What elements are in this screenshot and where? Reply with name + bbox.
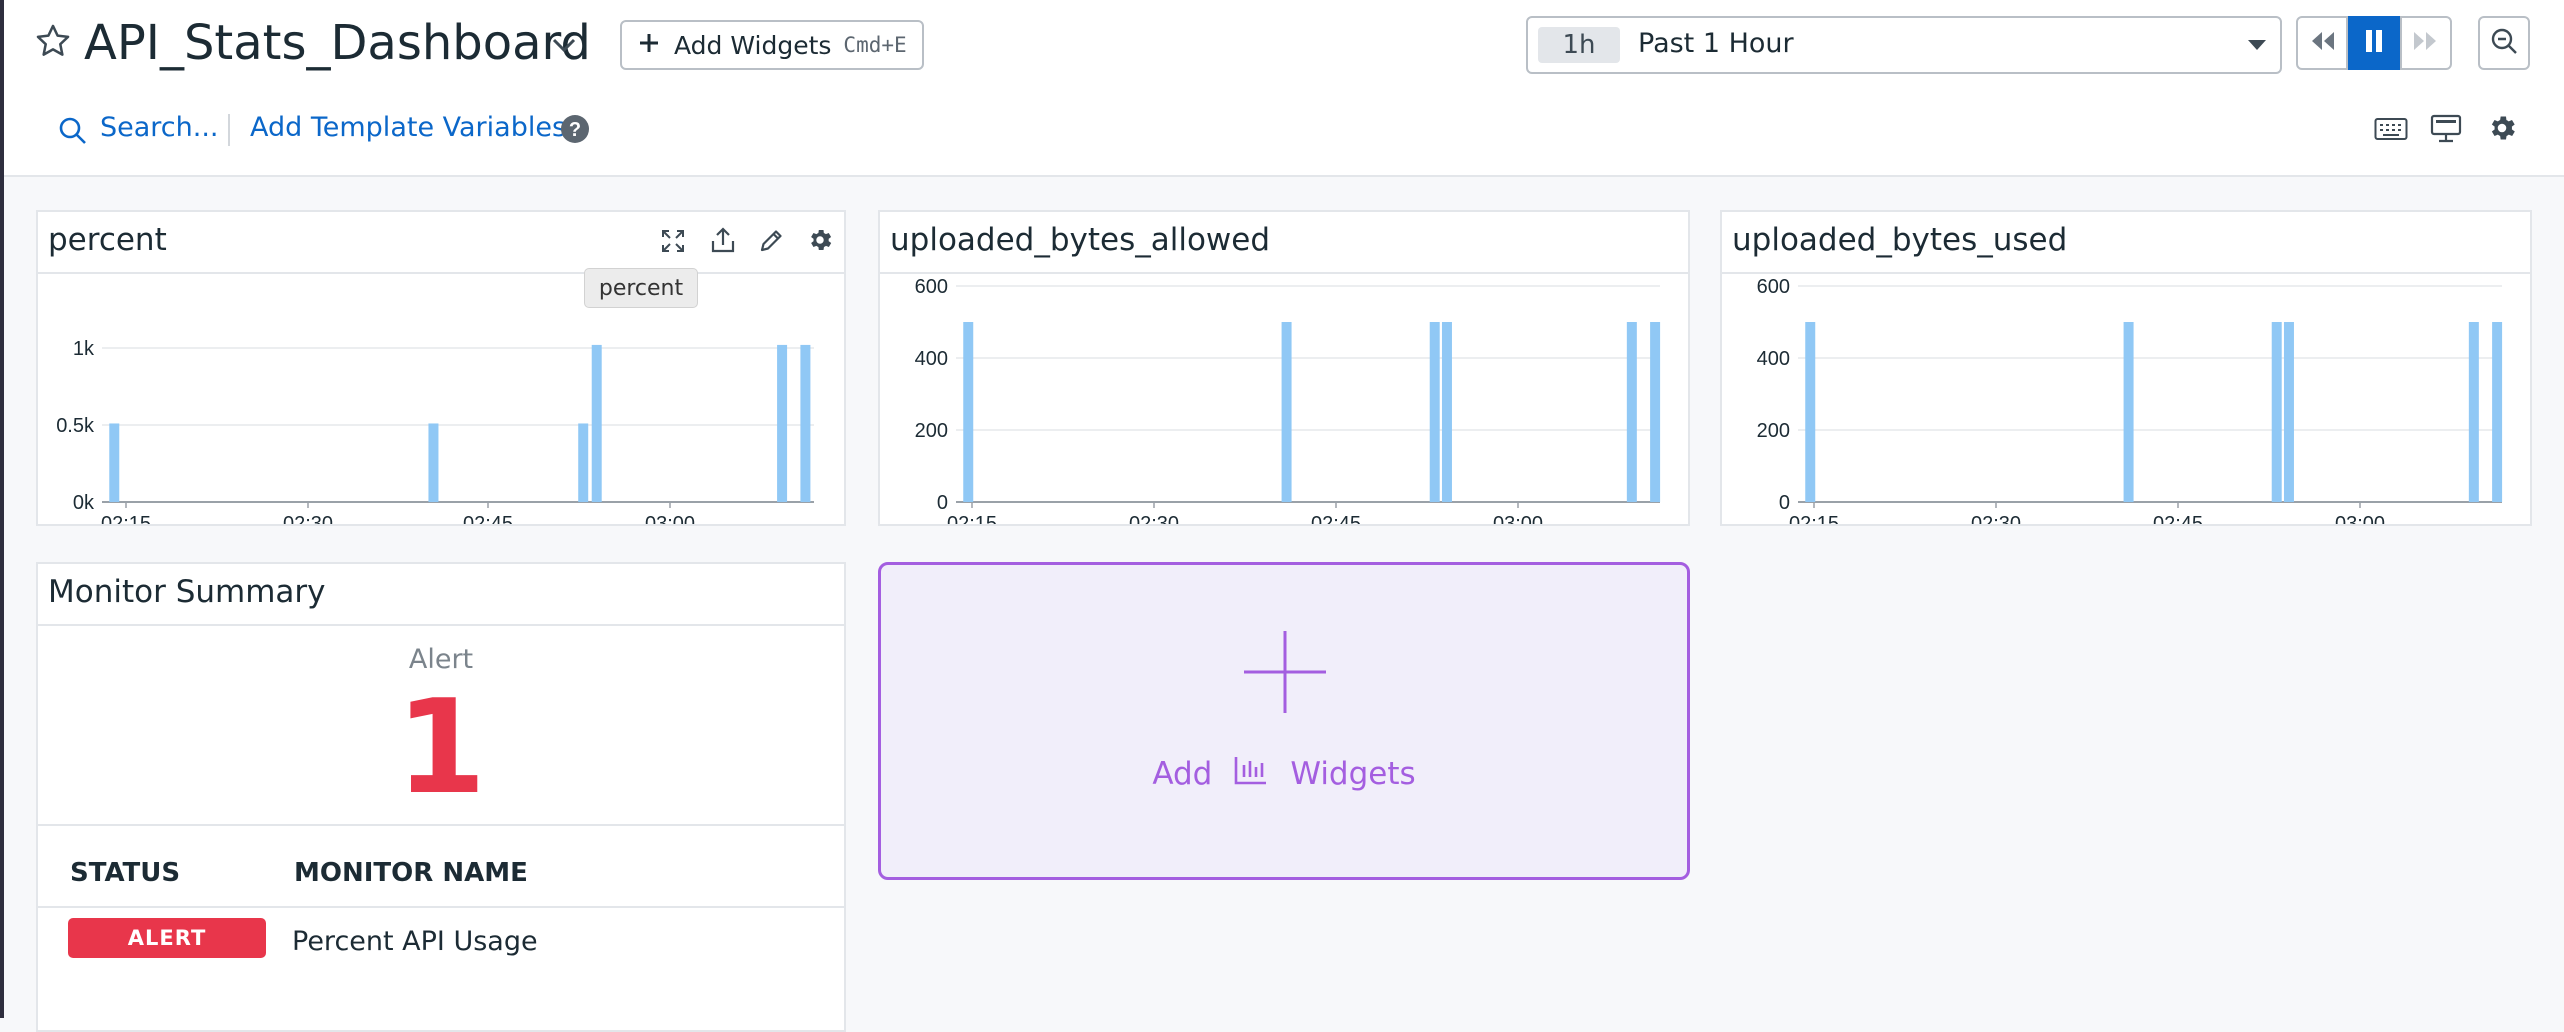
add-widgets-button[interactable]: Add Widgets Cmd+E <box>620 20 924 70</box>
x-tick-label: 02:45 <box>1311 513 1361 524</box>
y-tick-label: 400 <box>1757 348 1790 370</box>
x-tick-label: 03:00 <box>1493 513 1543 524</box>
fast-forward-button[interactable] <box>2400 16 2452 70</box>
y-tick-label: 400 <box>915 348 948 370</box>
chart-bar <box>2283 322 2294 502</box>
chart-bar <box>2271 322 2282 502</box>
chart-bar <box>109 423 120 502</box>
rewind-icon <box>2308 30 2336 56</box>
alert-count[interactable]: 1 <box>38 672 844 822</box>
y-tick-label: 0 <box>1779 492 1790 514</box>
chart-bar <box>963 322 974 502</box>
chart-bar <box>2492 322 2503 502</box>
column-header-status[interactable]: STATUS <box>70 858 180 888</box>
pause-icon <box>2363 28 2385 58</box>
keyboard-icon[interactable] <box>2374 116 2408 146</box>
chart-bar <box>1650 322 1661 502</box>
chart-bar <box>591 344 602 502</box>
y-tick-label: 0.5k <box>56 415 95 437</box>
x-tick-label: 02:30 <box>1129 513 1179 524</box>
help-icon[interactable]: ? <box>560 114 590 148</box>
fast-forward-icon <box>2412 30 2440 56</box>
pause-button[interactable] <box>2348 16 2400 70</box>
chart-bar <box>1626 322 1637 502</box>
caret-down-icon <box>2246 37 2268 56</box>
y-tick-label: 600 <box>915 276 948 298</box>
tooltip: percent <box>584 268 698 308</box>
add-label: Add <box>1152 756 1213 792</box>
divider <box>38 906 844 908</box>
x-tick-label: 03:00 <box>2335 513 2385 524</box>
widget-title: uploaded_bytes_allowed <box>890 222 1271 258</box>
bar-chart-icon <box>1234 755 1268 793</box>
y-tick-label: 0 <box>937 492 948 514</box>
chart-bar <box>1441 322 1452 502</box>
uploaded-bytes-used-chart[interactable]: 0 200 400 600 02:15 02:30 02:45 03:00 <box>1722 274 2530 524</box>
edit-icon[interactable] <box>758 228 784 258</box>
x-tick-label: 02:15 <box>101 513 151 524</box>
add-widgets-tile[interactable]: Add Widgets <box>878 562 1690 880</box>
chart-bar <box>1805 322 1816 502</box>
widget-monitor-summary[interactable]: Monitor Summary Alert 1 STATUS MONITOR N… <box>36 562 846 1032</box>
y-tick-label: 200 <box>1757 420 1790 442</box>
column-header-monitor-name[interactable]: MONITOR NAME <box>294 858 528 888</box>
widget-uploaded-bytes-allowed[interactable]: uploaded_bytes_allowed 0 200 400 600 02:15 02… <box>878 210 1690 526</box>
zoom-out-button[interactable] <box>2478 16 2530 70</box>
plus-icon <box>1242 629 1328 719</box>
chart-bar <box>800 344 811 502</box>
widget-title: percent <box>48 222 167 258</box>
dashboard-title[interactable]: API_Stats_Dashboard <box>84 10 591 76</box>
chart-bar <box>428 423 439 502</box>
gear-icon[interactable] <box>2486 112 2518 148</box>
divider <box>38 624 844 626</box>
widget-settings-gear-icon[interactable] <box>806 226 834 258</box>
chart-bar <box>578 423 589 502</box>
chart-bar <box>1281 322 1292 502</box>
divider <box>38 824 844 826</box>
percent-chart[interactable]: 0k 0.5k 1k 02:15 02:30 02:45 03:00 <box>38 274 844 524</box>
timeframe-label: Past 1 Hour <box>1638 28 1794 59</box>
rewind-button[interactable] <box>2296 16 2348 70</box>
monitor-icon[interactable] <box>2430 114 2462 148</box>
chart-bar <box>2468 322 2479 502</box>
zoom-out-icon <box>2489 26 2519 60</box>
chart-bar <box>777 344 788 502</box>
chevron-down-icon[interactable] <box>548 30 580 64</box>
timeframe-selector[interactable]: 1h Past 1 Hour <box>1526 16 2282 74</box>
add-widgets-label: Add Widgets <box>674 30 832 60</box>
y-tick-label: 0k <box>73 492 95 514</box>
x-tick-label: 02:45 <box>463 513 513 524</box>
widget-title: Monitor Summary <box>48 574 326 610</box>
x-tick-label: 02:30 <box>283 513 333 524</box>
x-tick-label: 02:15 <box>947 513 997 524</box>
widget-uploaded-bytes-used[interactable]: uploaded_bytes_used 0 200 400 600 02:15 02:30… <box>1720 210 2532 526</box>
monitor-name[interactable]: Percent API Usage <box>292 926 538 957</box>
timeframe-badge: 1h <box>1538 27 1620 63</box>
star-icon[interactable] <box>34 22 72 64</box>
status-badge: ALERT <box>68 918 266 958</box>
x-tick-label: 02:30 <box>1971 513 2021 524</box>
y-tick-label: 600 <box>1757 276 1790 298</box>
y-tick-label: 1k <box>73 338 95 360</box>
uploaded-bytes-allowed-chart[interactable]: 0 200 400 600 02:15 02:30 02:45 03:00 <box>880 274 1688 524</box>
search-link[interactable]: Search... <box>100 112 219 143</box>
x-tick-label: 02:15 <box>1789 513 1839 524</box>
widgets-label: Widgets <box>1290 756 1416 792</box>
y-tick-label: 200 <box>915 420 948 442</box>
svg-text:?: ? <box>569 119 581 141</box>
plus-icon <box>638 32 660 58</box>
export-icon[interactable] <box>710 226 736 258</box>
search-icon[interactable] <box>58 116 88 150</box>
add-template-variables-link[interactable]: Add Template Variables <box>250 112 566 143</box>
divider <box>228 114 230 146</box>
widget-title: uploaded_bytes_used <box>1732 222 2068 258</box>
chart-bar <box>2123 322 2134 502</box>
add-widgets-shortcut: Cmd+E <box>843 33 907 57</box>
x-tick-label: 02:45 <box>2153 513 2203 524</box>
expand-icon[interactable] <box>660 228 686 258</box>
chart-bar <box>1429 322 1440 502</box>
x-tick-label: 03:00 <box>645 513 695 524</box>
